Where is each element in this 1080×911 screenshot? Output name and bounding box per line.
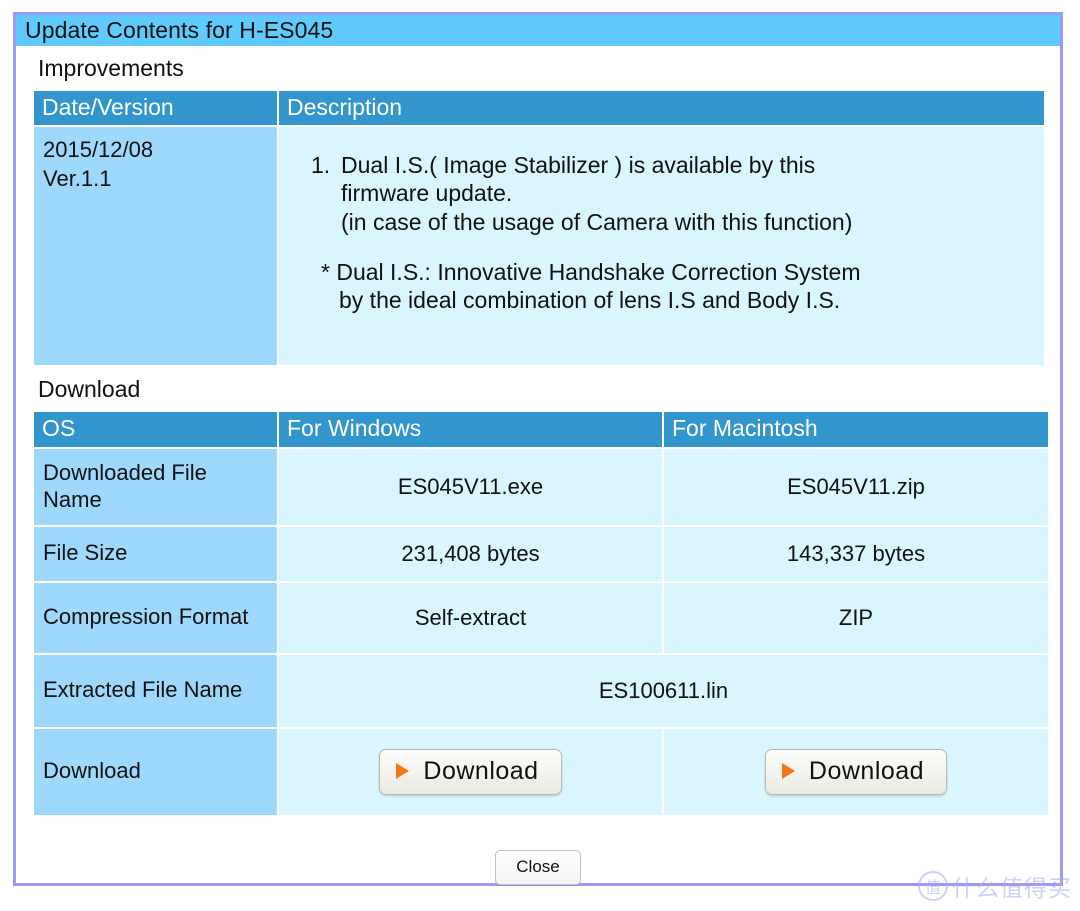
play-triangle-icon [396, 763, 410, 780]
row-label-file-size: File Size [34, 526, 277, 581]
table-row: Extracted File Name ES100611.lin [34, 654, 1048, 727]
row-label-extracted-file-name: Extracted File Name [34, 654, 277, 727]
description-line-1: Dual I.S.( Image Stabilizer ) is availab… [341, 152, 816, 179]
improvements-header-row: Date/Version Description [34, 91, 1044, 126]
download-windows-button[interactable]: Download [379, 748, 562, 795]
cell-macintosh-compression: ZIP [664, 582, 1048, 653]
download-windows-button-label: Download [423, 756, 539, 785]
note-line-1: * Dual I.S.: Innovative Handshake Correc… [321, 258, 861, 285]
table-row: Downloaded File Name ES045V11.exe ES045V… [34, 448, 1048, 525]
improvement-item-list: 1. Dual I.S.( Image Stabilizer ) is avai… [293, 151, 1030, 235]
dialog-title: Update Contents for H-ES045 [25, 17, 334, 43]
row-label-download: Download [34, 728, 277, 815]
download-heading: Download [38, 376, 141, 403]
note-line-2: by the ideal combination of lens I.S and… [339, 286, 841, 313]
cell-windows-download: Download [279, 728, 662, 815]
description-line-2: firmware update. [341, 180, 513, 207]
table-row: 2015/12/08 Ver.1.1 1. Dual I.S.( Image S… [34, 127, 1044, 366]
column-header-os: OS [34, 412, 277, 447]
dialog-footer: Close [24, 849, 1052, 885]
cell-windows-file-name: ES045V11.exe [279, 448, 662, 525]
improvement-description-cell: 1. Dual I.S.( Image Stabilizer ) is avai… [279, 127, 1044, 366]
list-item-number: 1. [311, 152, 331, 179]
column-header-windows: For Windows [279, 412, 662, 447]
improvement-date: 2015/12/08 [43, 137, 154, 163]
download-macintosh-button-label: Download [808, 756, 925, 785]
update-contents-dialog: Update Contents for H-ES045 Improvements… [13, 12, 1063, 886]
table-row: Download Download Download [34, 728, 1048, 815]
improvements-table: Date/Version Description 2015/12/08 Ver.… [32, 89, 1046, 368]
row-label-downloaded-file-name: Downloaded File Name [34, 448, 277, 525]
cell-windows-file-size: 231,408 bytes [279, 526, 662, 581]
improvement-date-version-cell: 2015/12/08 Ver.1.1 [34, 127, 277, 366]
improvement-note: * Dual I.S.: Innovative Handshake Correc… [321, 258, 1030, 314]
download-macintosh-button[interactable]: Download [764, 748, 948, 795]
download-header-row: OS For Windows For Macintosh [34, 412, 1048, 447]
table-row: File Size 231,408 bytes 143,337 bytes [34, 526, 1048, 581]
cell-macintosh-file-name: ES045V11.zip [664, 448, 1048, 525]
improvement-version: Ver.1.1 [43, 166, 112, 192]
list-item: 1. Dual I.S.( Image Stabilizer ) is avai… [311, 151, 1030, 235]
cell-macintosh-download: Download [664, 728, 1048, 815]
list-item-text: Dual I.S.( Image Stabilizer ) is availab… [341, 151, 852, 235]
improvements-heading: Improvements [38, 55, 184, 81]
row-label-compression-format: Compression Format [34, 582, 277, 653]
column-header-description: Description [279, 91, 1044, 126]
play-triangle-icon [781, 763, 795, 780]
download-table: OS For Windows For Macintosh Downloaded … [32, 410, 1050, 817]
cell-macintosh-file-size: 143,337 bytes [664, 526, 1048, 581]
cell-windows-compression: Self-extract [279, 582, 662, 653]
column-header-date-version: Date/Version [34, 91, 277, 126]
description-line-3: (in case of the usage of Camera with thi… [341, 208, 853, 235]
dialog-titlebar: Update Contents for H-ES045 [16, 15, 1060, 46]
table-row: Compression Format Self-extract ZIP [34, 582, 1048, 653]
cell-extracted-file-name: ES100611.lin [279, 654, 1048, 727]
close-button[interactable]: Close [495, 849, 581, 885]
dialog-body: Improvements Date/Version Description 20… [16, 55, 1060, 885]
column-header-macintosh: For Macintosh [664, 412, 1048, 447]
